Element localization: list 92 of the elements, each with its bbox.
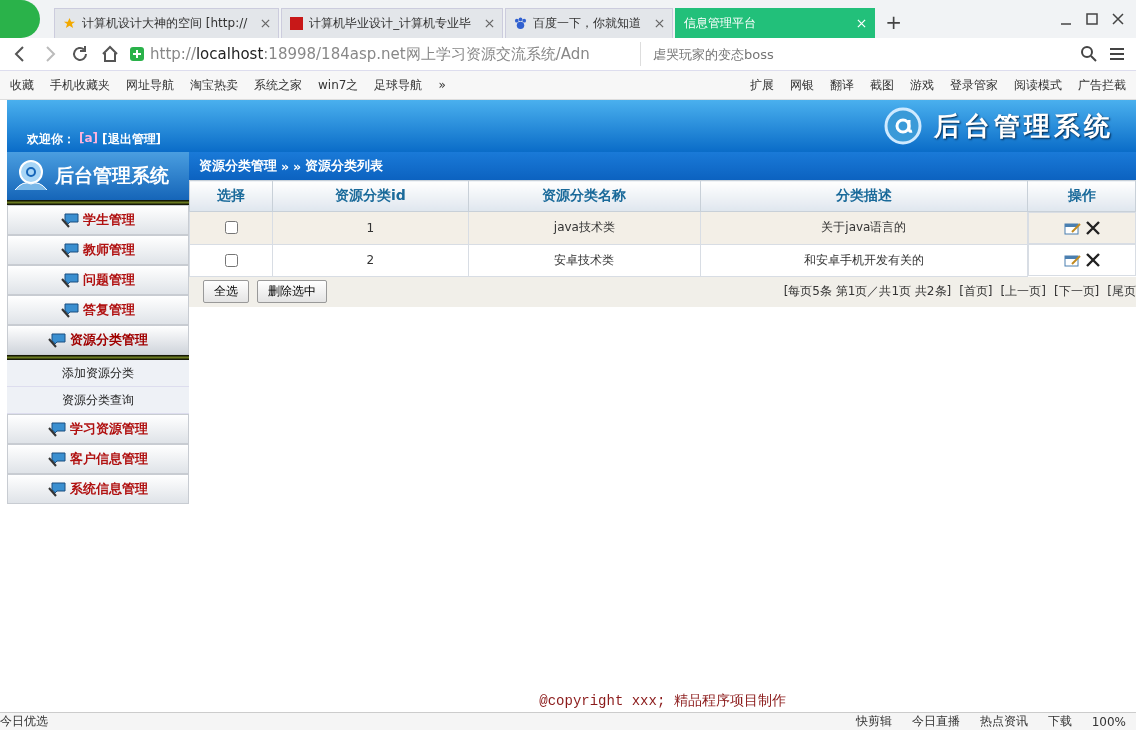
bookmark-link[interactable]: 淘宝热卖	[190, 76, 238, 94]
column-header: 操作	[1027, 180, 1136, 212]
chat-pencil-icon	[48, 451, 66, 467]
breadcrumb-text: 资源分类管理	[199, 157, 277, 175]
close-icon[interactable]	[485, 19, 495, 28]
column-header: 选择	[189, 180, 273, 212]
bookmark-link[interactable]: 手机收藏夹	[50, 76, 110, 94]
menu-icon[interactable]	[1108, 45, 1126, 63]
pagination-link[interactable]: [下一页]	[1053, 283, 1100, 300]
pagination-link[interactable]: [尾页	[1107, 283, 1136, 300]
status-text[interactable]: 今日优选	[0, 713, 48, 730]
extension-button[interactable]: 广告拦截	[1078, 76, 1126, 94]
extension-button[interactable]: 游戏	[910, 76, 934, 94]
chat-pencil-icon	[61, 272, 79, 288]
browser-tab[interactable]: 计算机设计大神的空间 [http://	[54, 8, 280, 38]
action-button[interactable]: 全选	[203, 280, 249, 303]
browser-logo-icon	[0, 0, 40, 38]
extension-button[interactable]: 网银	[790, 76, 814, 94]
maximize-icon[interactable]	[1086, 13, 1098, 25]
more-bookmarks-button[interactable]: »	[438, 78, 446, 92]
bookmark-link[interactable]: 收藏	[10, 76, 34, 94]
close-icon[interactable]	[261, 19, 271, 28]
reload-icon[interactable]	[70, 44, 90, 64]
zoom-level[interactable]: 100%	[1091, 714, 1126, 729]
extension-button[interactable]: 阅读模式	[1014, 76, 1062, 94]
paw-icon	[514, 17, 528, 30]
status-item[interactable]: 今日直播	[911, 713, 960, 730]
close-icon[interactable]	[655, 19, 665, 28]
row-checkbox[interactable]	[224, 221, 238, 235]
copyright-text: @copyright xxx; 精品程序项目制作	[538, 692, 787, 711]
status-item[interactable]: 下载	[1047, 713, 1072, 730]
browser-tab[interactable]: 百度一下，你就知道	[505, 8, 674, 38]
pagination-link[interactable]: [首页]	[959, 283, 993, 300]
extension-button[interactable]: 扩展	[750, 76, 774, 94]
sidebar-logo: 后台管理系统	[7, 152, 189, 200]
table-cell: 关于java语言的	[700, 211, 1028, 244]
chat-pencil-icon	[61, 302, 79, 318]
home-icon[interactable]	[100, 44, 120, 64]
chat-pencil-icon	[61, 242, 79, 258]
status-item[interactable]: 热点资讯	[979, 713, 1028, 730]
table-cell: 和安卓手机开发有关的	[700, 244, 1028, 276]
sidebar-menu-item[interactable]: 答复管理	[7, 295, 189, 325]
chat-pencil-icon	[48, 481, 66, 497]
extension-button[interactable]: 翻译	[830, 76, 854, 94]
bookmark-link[interactable]: win7之	[318, 76, 359, 94]
chat-pencil-icon	[61, 212, 79, 228]
pagination-link[interactable]: [上一页]	[1000, 283, 1046, 300]
site-icon	[290, 17, 304, 30]
pagination-summary: [每页5条 第1页／共1页 共2条]	[783, 283, 952, 300]
bookmark-link[interactable]: 网址导航	[126, 76, 174, 94]
sidebar-menu-item[interactable]: 资源分类管理	[7, 325, 189, 355]
system-title: 后台管理系统	[934, 109, 1114, 143]
column-header: 资源分类id	[272, 180, 469, 212]
logout-link[interactable]: [退出管理]	[102, 131, 162, 148]
browser-tab[interactable]: 计算机毕业设计_计算机专业毕	[281, 8, 504, 38]
breadcrumb-text: »	[293, 158, 302, 174]
address-field[interactable]: http://localhost:18998/184asp.net网上学习资源交流系统/Adn	[130, 42, 630, 66]
table-cell: 2	[272, 244, 469, 276]
breadcrumb-text: »	[281, 158, 290, 174]
column-header: 分类描述	[700, 180, 1028, 212]
search-icon[interactable]	[1080, 45, 1098, 63]
sidebar-menu-item[interactable]: 学生管理	[7, 205, 189, 235]
table-cell: 安卓技术类	[468, 244, 701, 276]
column-header: 资源分类名称	[468, 180, 701, 212]
extension-button[interactable]: 截图	[870, 76, 894, 94]
edit-icon[interactable]	[1063, 221, 1082, 235]
sidebar-menu-item[interactable]: 教师管理	[7, 235, 189, 265]
delete-icon[interactable]	[1085, 221, 1100, 235]
new-tab-button[interactable]: +	[877, 10, 911, 38]
sidebar-menu-item[interactable]: 问题管理	[7, 265, 189, 295]
table-cell: java技术类	[468, 211, 701, 244]
action-button[interactable]: 删除选中	[257, 280, 327, 303]
sidebar-menu-item[interactable]: 学习资源管理	[7, 414, 189, 444]
delete-icon[interactable]	[1085, 253, 1100, 267]
table-cell: 1	[272, 211, 469, 244]
breadcrumb-text: 资源分类列表	[305, 157, 384, 175]
submenu-link[interactable]: 添加资源分类	[7, 360, 189, 387]
star-icon	[63, 17, 76, 30]
bookmark-link[interactable]: 系统之家	[254, 76, 302, 94]
extension-button[interactable]: 登录管家	[950, 76, 998, 94]
secure-icon	[130, 47, 144, 61]
bookmark-link[interactable]: 足球导航	[374, 76, 423, 94]
welcome-text: 欢迎你：	[27, 131, 75, 148]
sidebar-menu-item[interactable]: 系统信息管理	[7, 474, 189, 504]
edit-icon[interactable]	[1063, 253, 1082, 267]
row-checkbox[interactable]	[224, 253, 238, 267]
status-item[interactable]: 快剪辑	[855, 713, 892, 730]
close-icon[interactable]	[1112, 13, 1124, 25]
sidebar-menu-item[interactable]: 客户信息管理	[7, 444, 189, 474]
chat-pencil-icon	[48, 421, 66, 437]
at-sign-logo-icon	[884, 107, 922, 145]
chat-pencil-icon	[48, 332, 66, 348]
